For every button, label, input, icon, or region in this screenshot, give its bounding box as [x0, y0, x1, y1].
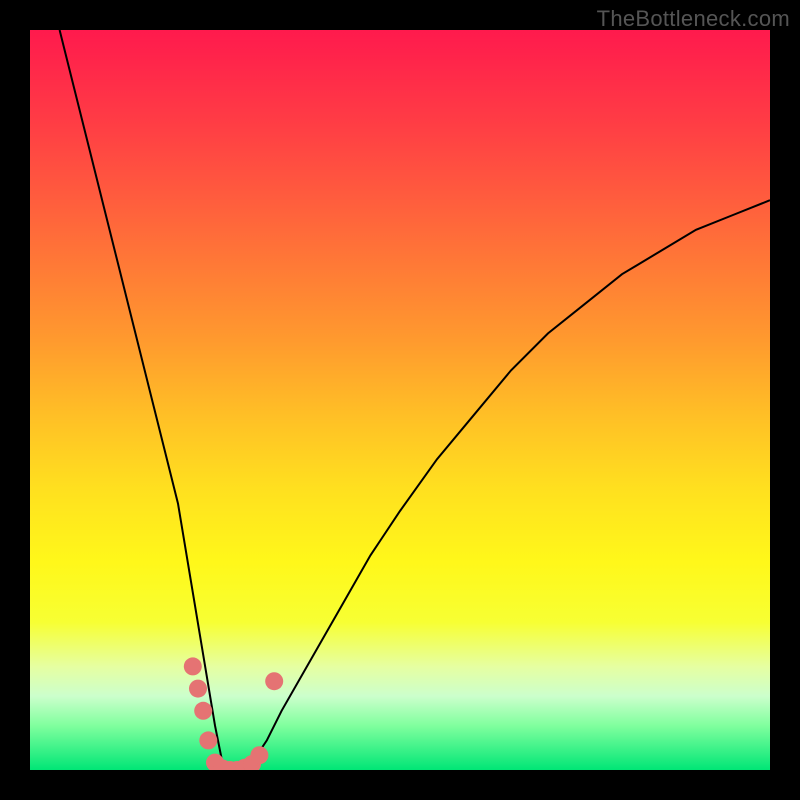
marker-dot [250, 746, 268, 764]
watermark-text: TheBottleneck.com [597, 6, 790, 32]
chart-svg [30, 30, 770, 770]
marker-dot [189, 680, 207, 698]
marker-dot [199, 731, 217, 749]
marker-dot [194, 702, 212, 720]
marker-dot [265, 672, 283, 690]
chart-frame: TheBottleneck.com [0, 0, 800, 800]
marker-dot [184, 657, 202, 675]
chart-plot-area [30, 30, 770, 770]
main-curve [60, 30, 770, 770]
marker-group [184, 657, 283, 770]
